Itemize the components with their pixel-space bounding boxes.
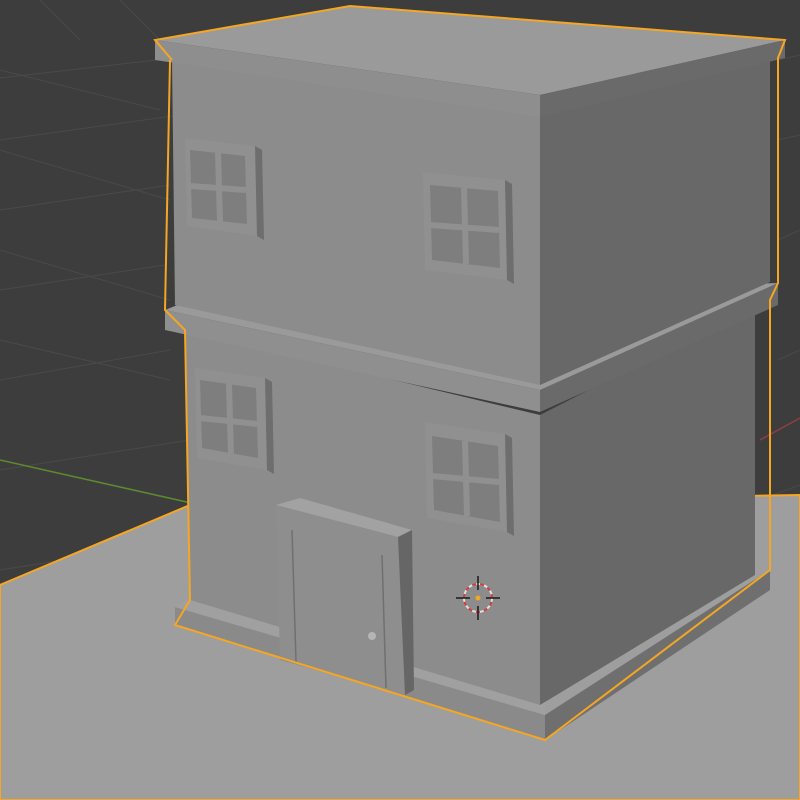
window-lower-right (425, 422, 514, 536)
window-upper-right (423, 172, 514, 284)
building[interactable] (153, 4, 787, 742)
window-upper-left (185, 138, 264, 240)
y-axis-line (0, 459, 201, 506)
x-axis-line (759, 417, 800, 441)
door-knob (368, 632, 376, 640)
window-lower-left (195, 368, 274, 474)
3d-viewport[interactable] (0, 0, 800, 800)
